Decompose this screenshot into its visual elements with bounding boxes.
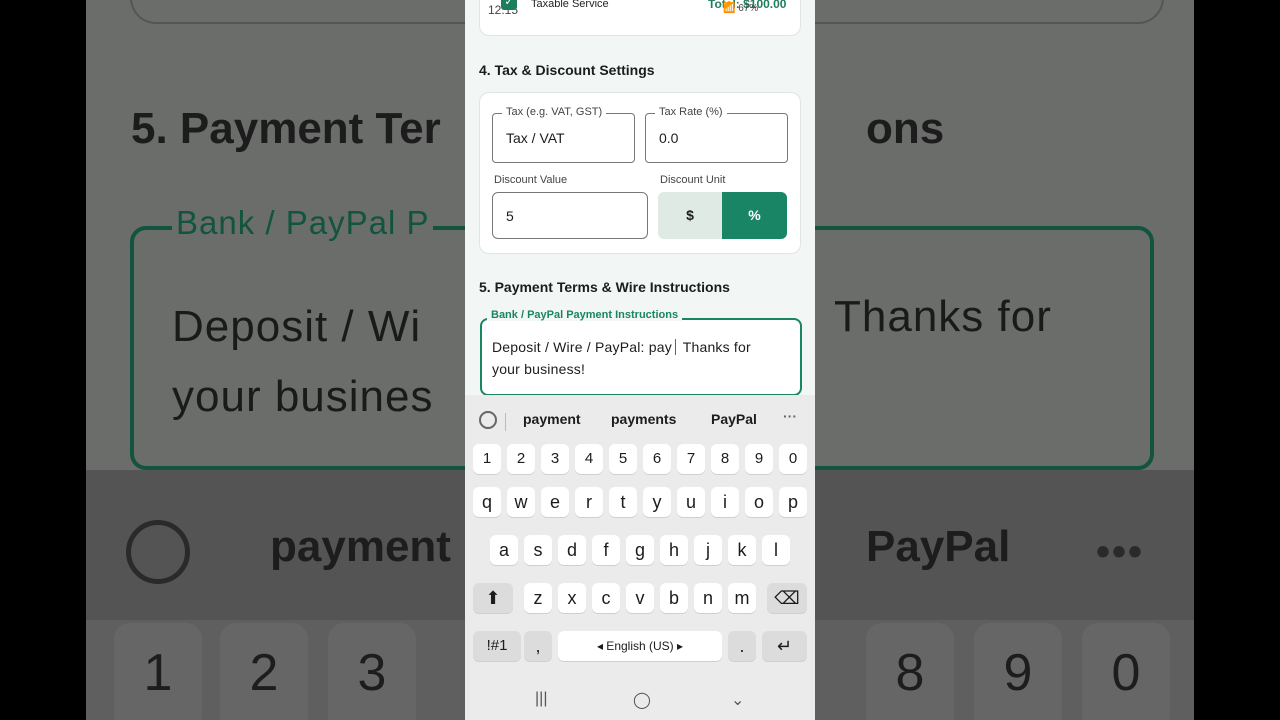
key-x[interactable]: x — [558, 583, 586, 613]
key-s[interactable]: s — [524, 535, 552, 565]
key-u[interactable]: u — [677, 487, 705, 517]
key-0[interactable]: 0 — [779, 444, 807, 474]
unit-dollar-button[interactable]: $ — [658, 192, 722, 239]
key-t[interactable]: t — [609, 487, 637, 517]
payment-instructions-text[interactable]: Deposit / Wire / PayPal: pay Thanks for … — [492, 336, 792, 380]
key-b[interactable]: b — [660, 583, 688, 613]
taxable-service-label: Taxable Service — [531, 0, 609, 10]
key-w[interactable]: w — [507, 487, 535, 517]
suggestion-divider — [505, 413, 506, 431]
status-icons: 📶 67% — [723, 3, 759, 14]
bg-suggestion-right: PayPal — [866, 522, 1011, 571]
tax-rate-field[interactable]: Tax Rate (%) 0.0 — [645, 106, 788, 163]
key-1[interactable]: 1 — [473, 444, 501, 474]
tax-name-field[interactable]: Tax (e.g. VAT, GST) Tax / VAT — [492, 106, 635, 163]
key-o[interactable]: o — [745, 487, 773, 517]
key-v[interactable]: v — [626, 583, 654, 613]
key-6[interactable]: 6 — [643, 444, 671, 474]
key-5[interactable]: 5 — [609, 444, 637, 474]
bg-heading-right: ons — [866, 104, 945, 153]
navigation-bar: ||| ◯ ⌄ — [465, 680, 815, 720]
period-key[interactable]: . — [728, 631, 756, 661]
key-q[interactable]: q — [473, 487, 501, 517]
key-3[interactable]: 3 — [541, 444, 569, 474]
bg-key: 8 — [866, 623, 954, 720]
bg-key: 0 — [1082, 623, 1170, 720]
key-m[interactable]: m — [728, 583, 756, 613]
key-r[interactable]: r — [575, 487, 603, 517]
bg-more-icon: ••• — [1096, 530, 1145, 574]
bg-emoji-icon — [126, 520, 190, 584]
unit-percent-button[interactable]: % — [722, 192, 787, 239]
text-after-cursor: Thanks for — [678, 339, 751, 355]
bg-key: 9 — [974, 623, 1062, 720]
payment-instructions-label: Bank / PayPal Payment Instructions — [487, 309, 683, 321]
discount-value-field[interactable]: 5 — [492, 192, 648, 239]
bg-text-line2: your busines — [172, 372, 434, 421]
shift-key[interactable]: ⬆ — [473, 583, 513, 613]
key-c[interactable]: c — [592, 583, 620, 613]
bg-key: 2 — [220, 623, 308, 720]
key-4[interactable]: 4 — [575, 444, 603, 474]
phone-screen: 12:15 ✓ Taxable Service Total: $100.00 📶… — [465, 0, 815, 720]
symbols-key[interactable]: !#1 — [473, 631, 521, 661]
suggestion-3[interactable]: PayPal — [711, 411, 757, 427]
tax-rate-value: 0.0 — [659, 130, 679, 146]
key-8[interactable]: 8 — [711, 444, 739, 474]
key-7[interactable]: 7 — [677, 444, 705, 474]
bg-field-label: Bank / PayPal P — [172, 204, 434, 242]
discount-unit-label: Discount Unit — [660, 174, 726, 186]
recents-icon[interactable]: ||| — [535, 690, 547, 708]
comma-key[interactable]: , — [524, 631, 552, 661]
text-cursor — [674, 339, 676, 355]
space-key[interactable]: ◂ English (US) ▸ — [558, 631, 722, 661]
bg-text-right: Thanks for — [834, 292, 1052, 341]
bg-heading: 5. Payment Ter — [131, 104, 441, 153]
discount-value: 5 — [506, 208, 514, 224]
bg-suggestion-left: payment — [270, 522, 451, 571]
key-g[interactable]: g — [626, 535, 654, 565]
back-icon[interactable]: ⌄ — [731, 690, 744, 710]
key-f[interactable]: f — [592, 535, 620, 565]
key-d[interactable]: d — [558, 535, 586, 565]
text-before-cursor: Deposit / Wire / PayPal: pay — [492, 339, 672, 355]
keyboard: payment payments PayPal ··· 1 2 3 4 5 6 … — [465, 395, 815, 720]
key-j[interactable]: j — [694, 535, 722, 565]
key-n[interactable]: n — [694, 583, 722, 613]
key-i[interactable]: i — [711, 487, 739, 517]
key-y[interactable]: y — [643, 487, 671, 517]
key-2[interactable]: 2 — [507, 444, 535, 474]
key-k[interactable]: k — [728, 535, 756, 565]
tax-name-label: Tax (e.g. VAT, GST) — [502, 106, 607, 118]
bg-key: 1 — [114, 623, 202, 720]
home-icon[interactable]: ◯ — [633, 690, 651, 710]
taxable-checkbox[interactable]: ✓ — [501, 0, 517, 10]
discount-unit-toggle: $ % — [658, 192, 787, 239]
key-e[interactable]: e — [541, 487, 569, 517]
section-title-tax-discount: 4. Tax & Discount Settings — [479, 62, 655, 78]
key-z[interactable]: z — [524, 583, 552, 613]
discount-value-label: Discount Value — [494, 174, 568, 186]
key-a[interactable]: a — [490, 535, 518, 565]
text-line2: your business! — [492, 361, 586, 377]
section-title-payment-terms: 5. Payment Terms & Wire Instructions — [479, 279, 730, 295]
bg-key: 3 — [328, 623, 416, 720]
key-l[interactable]: l — [762, 535, 790, 565]
enter-key[interactable]: ↵ — [762, 631, 807, 661]
tax-name-value: Tax / VAT — [506, 130, 565, 146]
backspace-key[interactable]: ⌫ — [767, 583, 807, 613]
tax-rate-label: Tax Rate (%) — [655, 106, 727, 118]
emoji-icon[interactable] — [479, 411, 497, 429]
key-p[interactable]: p — [779, 487, 807, 517]
bg-text-line1: Deposit / Wi — [172, 302, 422, 351]
bg-field-text: Deposit / Wi your busines — [172, 292, 433, 432]
key-9[interactable]: 9 — [745, 444, 773, 474]
key-h[interactable]: h — [660, 535, 688, 565]
suggestion-2[interactable]: payments — [611, 411, 676, 427]
more-options-icon[interactable]: ··· — [783, 408, 797, 424]
suggestion-1[interactable]: payment — [523, 411, 581, 427]
